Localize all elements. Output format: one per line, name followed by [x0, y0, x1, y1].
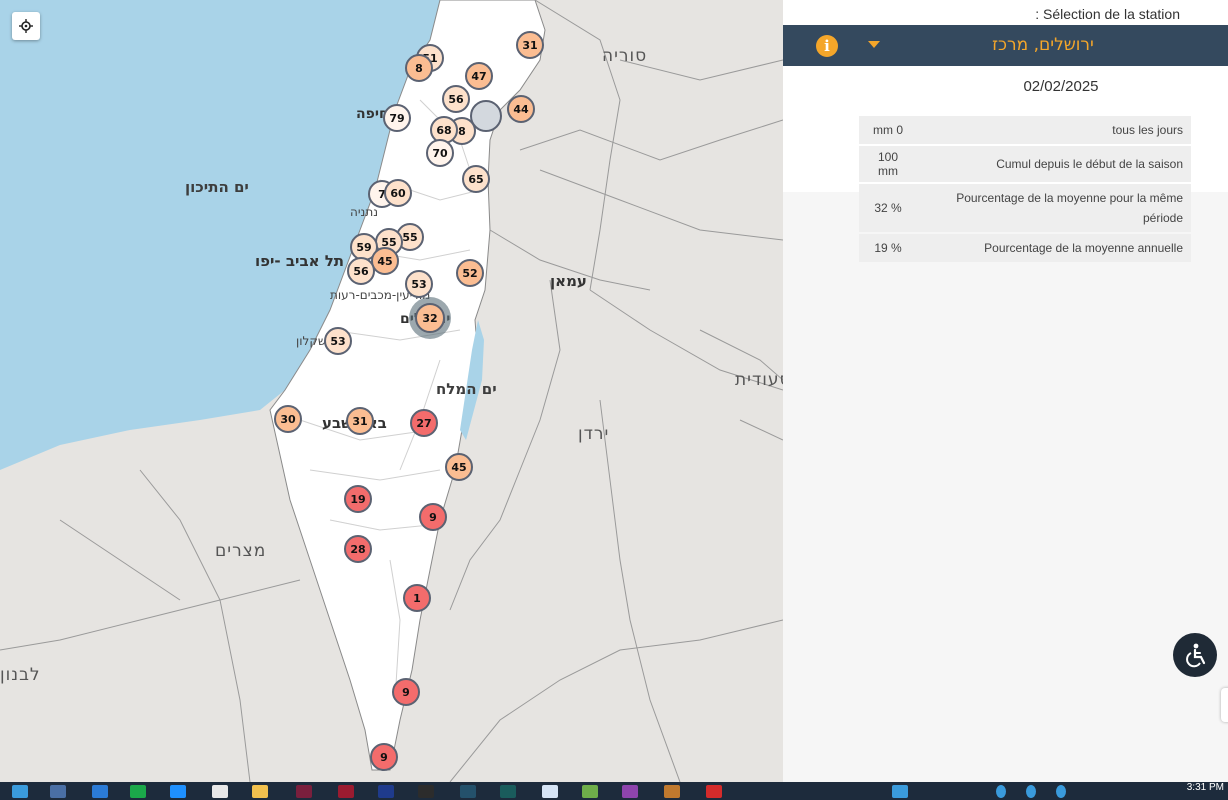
- label-egypt: מצרים: [215, 541, 267, 561]
- station-selection-label: : Sélection de la station: [1035, 6, 1180, 22]
- station-marker[interactable]: 1: [403, 584, 431, 612]
- station-marker[interactable]: 28: [344, 535, 372, 563]
- taskview-icon[interactable]: [92, 785, 108, 798]
- table-row: 32 % Pourcentage de la moyenne pour la m…: [859, 184, 1191, 232]
- station-marker[interactable]: 45: [445, 453, 473, 481]
- station-marker[interactable]: 44: [507, 95, 535, 123]
- station-marker[interactable]: 8: [405, 54, 433, 82]
- info-icon[interactable]: i: [816, 35, 838, 57]
- stat-value: 32 %: [859, 184, 917, 232]
- side-tab[interactable]: [1221, 688, 1228, 722]
- stat-value: mm 0: [859, 116, 917, 144]
- app-icon[interactable]: [418, 785, 434, 798]
- tray-icon[interactable]: [1056, 785, 1066, 798]
- rainfall-stats-table: mm 0 tous les jours 100 mm Cumul depuis …: [859, 114, 1191, 264]
- label-mediterranean: ים התיכון: [185, 178, 249, 196]
- label-leb: לבנון: [0, 665, 41, 685]
- stat-label: Pourcentage de la moyenne pour la même p…: [917, 184, 1191, 232]
- station-marker[interactable]: 30: [274, 405, 302, 433]
- app-icon[interactable]: [212, 785, 228, 798]
- app-icon[interactable]: [170, 785, 186, 798]
- station-marker[interactable]: 56: [347, 257, 375, 285]
- station-marker[interactable]: 47: [465, 62, 493, 90]
- station-marker[interactable]: 45: [371, 247, 399, 275]
- accessibility-button[interactable]: [1173, 633, 1217, 677]
- clock[interactable]: 3:31 PM: [1187, 782, 1224, 793]
- selected-date: 02/02/2025: [1023, 78, 1099, 95]
- label-tel-aviv: תל אביב -יפו: [255, 252, 345, 270]
- station-marker[interactable]: 9: [392, 678, 420, 706]
- table-row: 19 % Pourcentage de la moyenne annuelle: [859, 234, 1191, 262]
- app-icon[interactable]: [582, 785, 598, 798]
- station-marker[interactable]: 53: [405, 270, 433, 298]
- station-marker[interactable]: 79: [383, 104, 411, 132]
- station-marker[interactable]: 52: [456, 259, 484, 287]
- station-marker[interactable]: 65: [462, 165, 490, 193]
- station-marker[interactable]: 9: [370, 743, 398, 771]
- taskbar: 3:31 PM: [0, 782, 1228, 800]
- station-marker[interactable]: 31: [346, 407, 374, 435]
- app-icon[interactable]: [622, 785, 638, 798]
- start-icon[interactable]: [12, 785, 28, 798]
- station-panel: : Sélection de la station i ירושלים, מרכ…: [783, 0, 1228, 782]
- app-icon[interactable]: [664, 785, 680, 798]
- locate-button[interactable]: [12, 12, 40, 40]
- app-icon[interactable]: [500, 785, 516, 798]
- station-marker[interactable]: 31: [516, 31, 544, 59]
- label-saudi: סעודית: [735, 370, 783, 390]
- station-marker[interactable]: 60: [384, 179, 412, 207]
- station-marker[interactable]: 70: [426, 139, 454, 167]
- stat-value: 19 %: [859, 234, 917, 262]
- accessibility-icon: [1186, 643, 1206, 668]
- app-icon[interactable]: [460, 785, 476, 798]
- app-icon[interactable]: [706, 785, 722, 798]
- station-marker[interactable]: 9: [419, 503, 447, 531]
- stat-value: 100 mm: [859, 146, 917, 182]
- panel-header: : Sélection de la station i ירושלים, מרכ…: [783, 0, 1228, 262]
- map-view[interactable]: סוריה ים התיכון חיפה נתניה תל אביב -יפו …: [0, 0, 783, 782]
- station-marker[interactable]: 27: [410, 409, 438, 437]
- station-marker[interactable]: 56: [442, 85, 470, 113]
- folder-icon[interactable]: [252, 785, 268, 798]
- label-netanya: נתניה: [350, 205, 379, 219]
- search-icon[interactable]: [50, 785, 66, 798]
- station-marker[interactable]: 32: [415, 303, 445, 333]
- stat-label: tous les jours: [917, 116, 1191, 144]
- label-amman: עמאן: [550, 272, 587, 290]
- table-row: mm 0 tous les jours: [859, 116, 1191, 144]
- notification-icon[interactable]: [892, 785, 908, 798]
- tray-icon[interactable]: [996, 785, 1006, 798]
- station-selector[interactable]: i ירושלים, מרכז: [783, 25, 1228, 66]
- stat-label: Pourcentage de la moyenne annuelle: [917, 234, 1191, 262]
- label-jordan: ירדן: [578, 424, 610, 444]
- chevron-down-icon[interactable]: [868, 41, 880, 48]
- app-icon[interactable]: [338, 785, 354, 798]
- tray-icon[interactable]: [1026, 785, 1036, 798]
- app-icon[interactable]: [378, 785, 394, 798]
- label-dead-sea: ים המלח: [436, 380, 497, 398]
- crosshair-icon: [19, 19, 33, 33]
- label-syria: סוריה: [602, 46, 648, 66]
- app-icon[interactable]: [130, 785, 146, 798]
- stat-label: Cumul depuis le début de la saison: [917, 146, 1191, 182]
- station-marker[interactable]: 53: [324, 327, 352, 355]
- app-icon[interactable]: [542, 785, 558, 798]
- table-row: 100 mm Cumul depuis le début de la saiso…: [859, 146, 1191, 182]
- app-icon[interactable]: [296, 785, 312, 798]
- station-name[interactable]: ירושלים, מרכז: [903, 35, 1183, 55]
- station-marker[interactable]: 19: [344, 485, 372, 513]
